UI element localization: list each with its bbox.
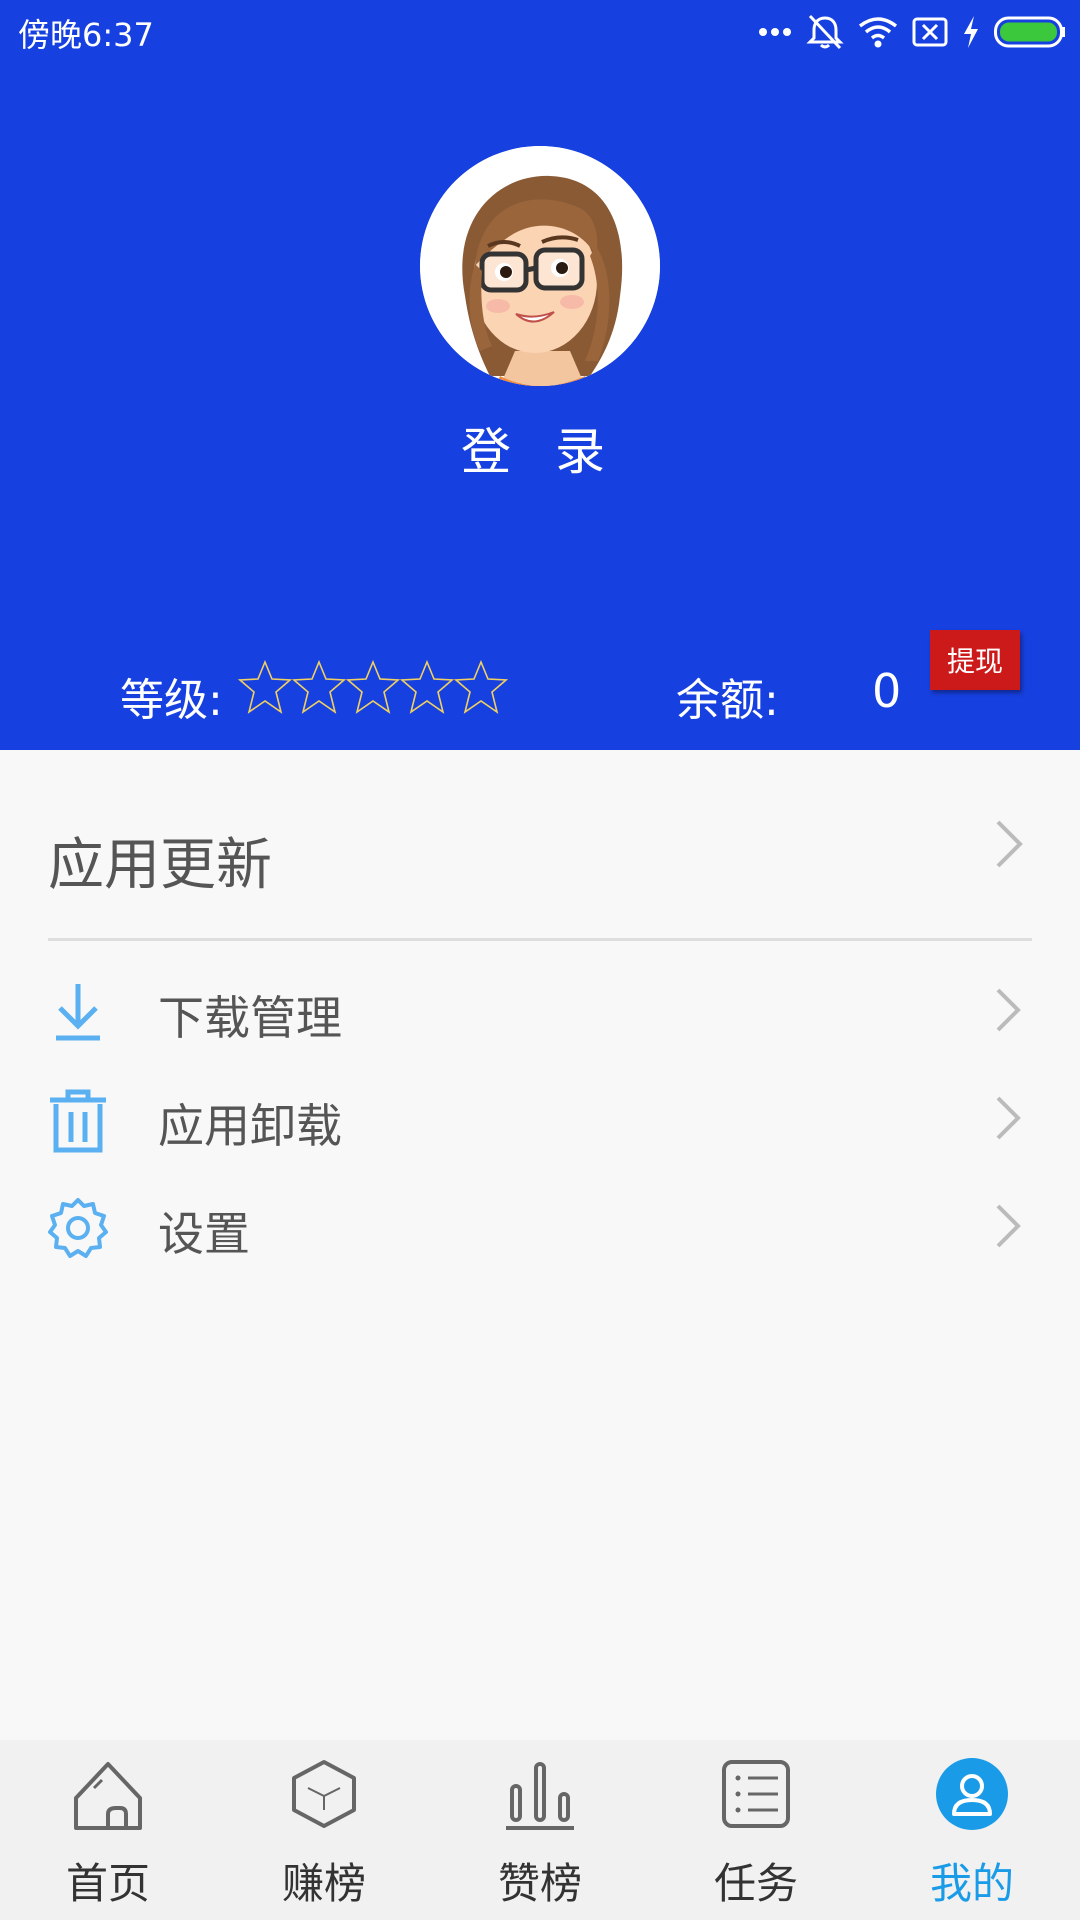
nav-earn-rank-label: 赚榜 [281,1859,366,1908]
chevron-right-icon [994,818,1024,874]
nav-home-label: 首页 [65,1859,150,1908]
status-time: 傍晚6:37 [18,16,154,54]
balance-value: 0 [872,664,902,718]
profile-header: 傍晚6:37 登 录 等级: 余额: 0 提现 [0,0,1080,750]
download-manage-item[interactable]: 下载管理 [0,956,1080,1064]
charging-icon [962,16,980,48]
nav-earn-rank[interactable]: 赚榜 [216,1740,432,1920]
user-icon [936,1758,1008,1830]
star-icon [238,660,292,716]
status-icons [758,12,1066,52]
settings-label: 设置 [158,1207,250,1261]
balance-label: 余额: [676,675,779,726]
nav-home[interactable]: 首页 [0,1740,216,1920]
chevron-right-icon [994,1202,1024,1254]
nav-tasks[interactable]: 任务 [648,1740,864,1920]
app-update-label: 应用更新 [48,833,272,898]
more-dots-icon [758,26,792,38]
battery-icon [994,16,1066,48]
download-manage-label: 下载管理 [158,991,342,1045]
alarm-off-icon [806,14,844,50]
level-stars [238,660,508,716]
nav-like-rank-label: 赞榜 [497,1859,582,1908]
home-icon [72,1758,144,1830]
app-uninstall-item[interactable]: 应用卸载 [0,1064,1080,1172]
gear-icon [46,1196,110,1264]
star-icon [400,660,454,716]
settings-item[interactable]: 设置 [0,1172,1080,1280]
nav-mine[interactable]: 我的 [864,1740,1080,1920]
app-update-row[interactable]: 应用更新 [0,750,1080,940]
withdraw-button[interactable]: 提现 [930,630,1020,690]
star-icon [292,660,346,716]
star-icon [454,660,508,716]
nav-mine-label: 我的 [929,1859,1014,1908]
level-label: 等级: [120,675,223,726]
download-icon [46,980,110,1048]
avatar[interactable] [420,146,660,386]
task-list-icon [720,1758,792,1830]
status-bar: 傍晚6:37 [0,0,1080,62]
wifi-icon [858,16,898,48]
chevron-right-icon [994,1094,1024,1146]
chevron-right-icon [994,986,1024,1038]
nav-tasks-label: 任务 [713,1859,798,1908]
sim-x-icon [912,17,948,47]
cube-icon [288,1758,360,1830]
login-button[interactable]: 登 录 [0,412,1080,484]
app-uninstall-label: 应用卸载 [158,1099,342,1153]
bar-chart-icon [504,1758,576,1830]
bottom-nav: 首页 赚榜 赞榜 任务 我的 [0,1740,1080,1920]
star-icon [346,660,400,716]
nav-like-rank[interactable]: 赞榜 [432,1740,648,1920]
trash-icon [46,1088,110,1160]
divider [48,938,1032,941]
